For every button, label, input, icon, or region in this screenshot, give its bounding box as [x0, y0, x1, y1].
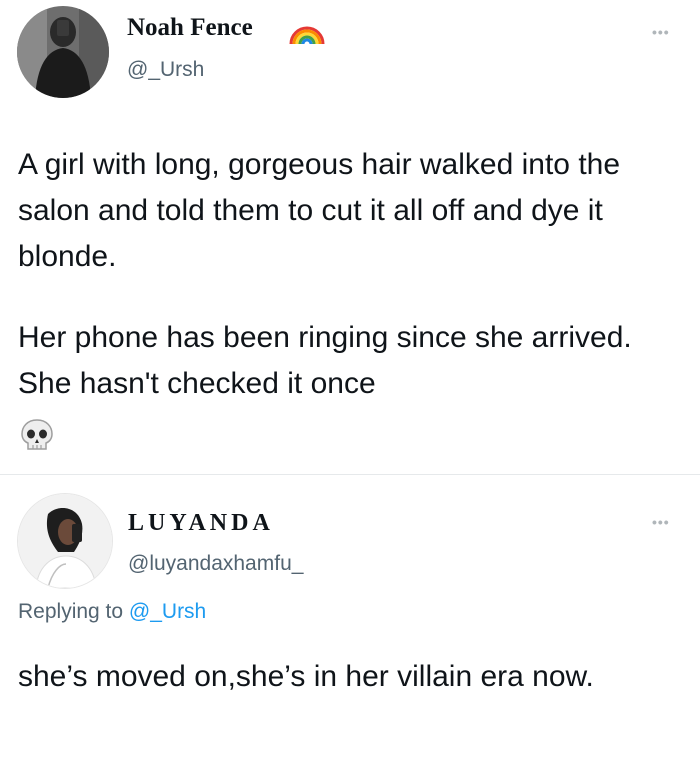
replying-to-label: Replying to — [18, 600, 124, 623]
skull-icon — [20, 418, 54, 459]
more-options-button[interactable]: ••• — [652, 24, 670, 40]
reply-author-handle[interactable]: @luyandaxhamfu_ — [128, 552, 303, 576]
tweet-original: Noah Fence @_Ursh ••• A girl with long, … — [0, 0, 700, 470]
avatar-luyanda[interactable] — [17, 493, 113, 589]
tweet-paragraph-2: Her phone has been ringing since she arr… — [18, 321, 632, 400]
replying-to-line: Replying to @_Ursh — [18, 600, 206, 624]
reply-text: she’s moved on,she’s in her villain era … — [18, 660, 594, 693]
author-handle[interactable]: @_Ursh — [127, 58, 204, 82]
reply-author-name[interactable]: LUYANDA — [128, 510, 274, 537]
replying-to-mention[interactable]: @_Ursh — [129, 600, 206, 623]
rainbow-icon — [287, 16, 327, 51]
tweet-paragraph-1: A girl with long, gorgeous hair walked i… — [18, 148, 621, 273]
tweet-divider — [0, 474, 700, 475]
author-name[interactable]: Noah Fence — [127, 14, 253, 42]
reply-more-options-button[interactable]: ••• — [652, 514, 670, 530]
avatar-noah-fence[interactable] — [17, 6, 109, 98]
